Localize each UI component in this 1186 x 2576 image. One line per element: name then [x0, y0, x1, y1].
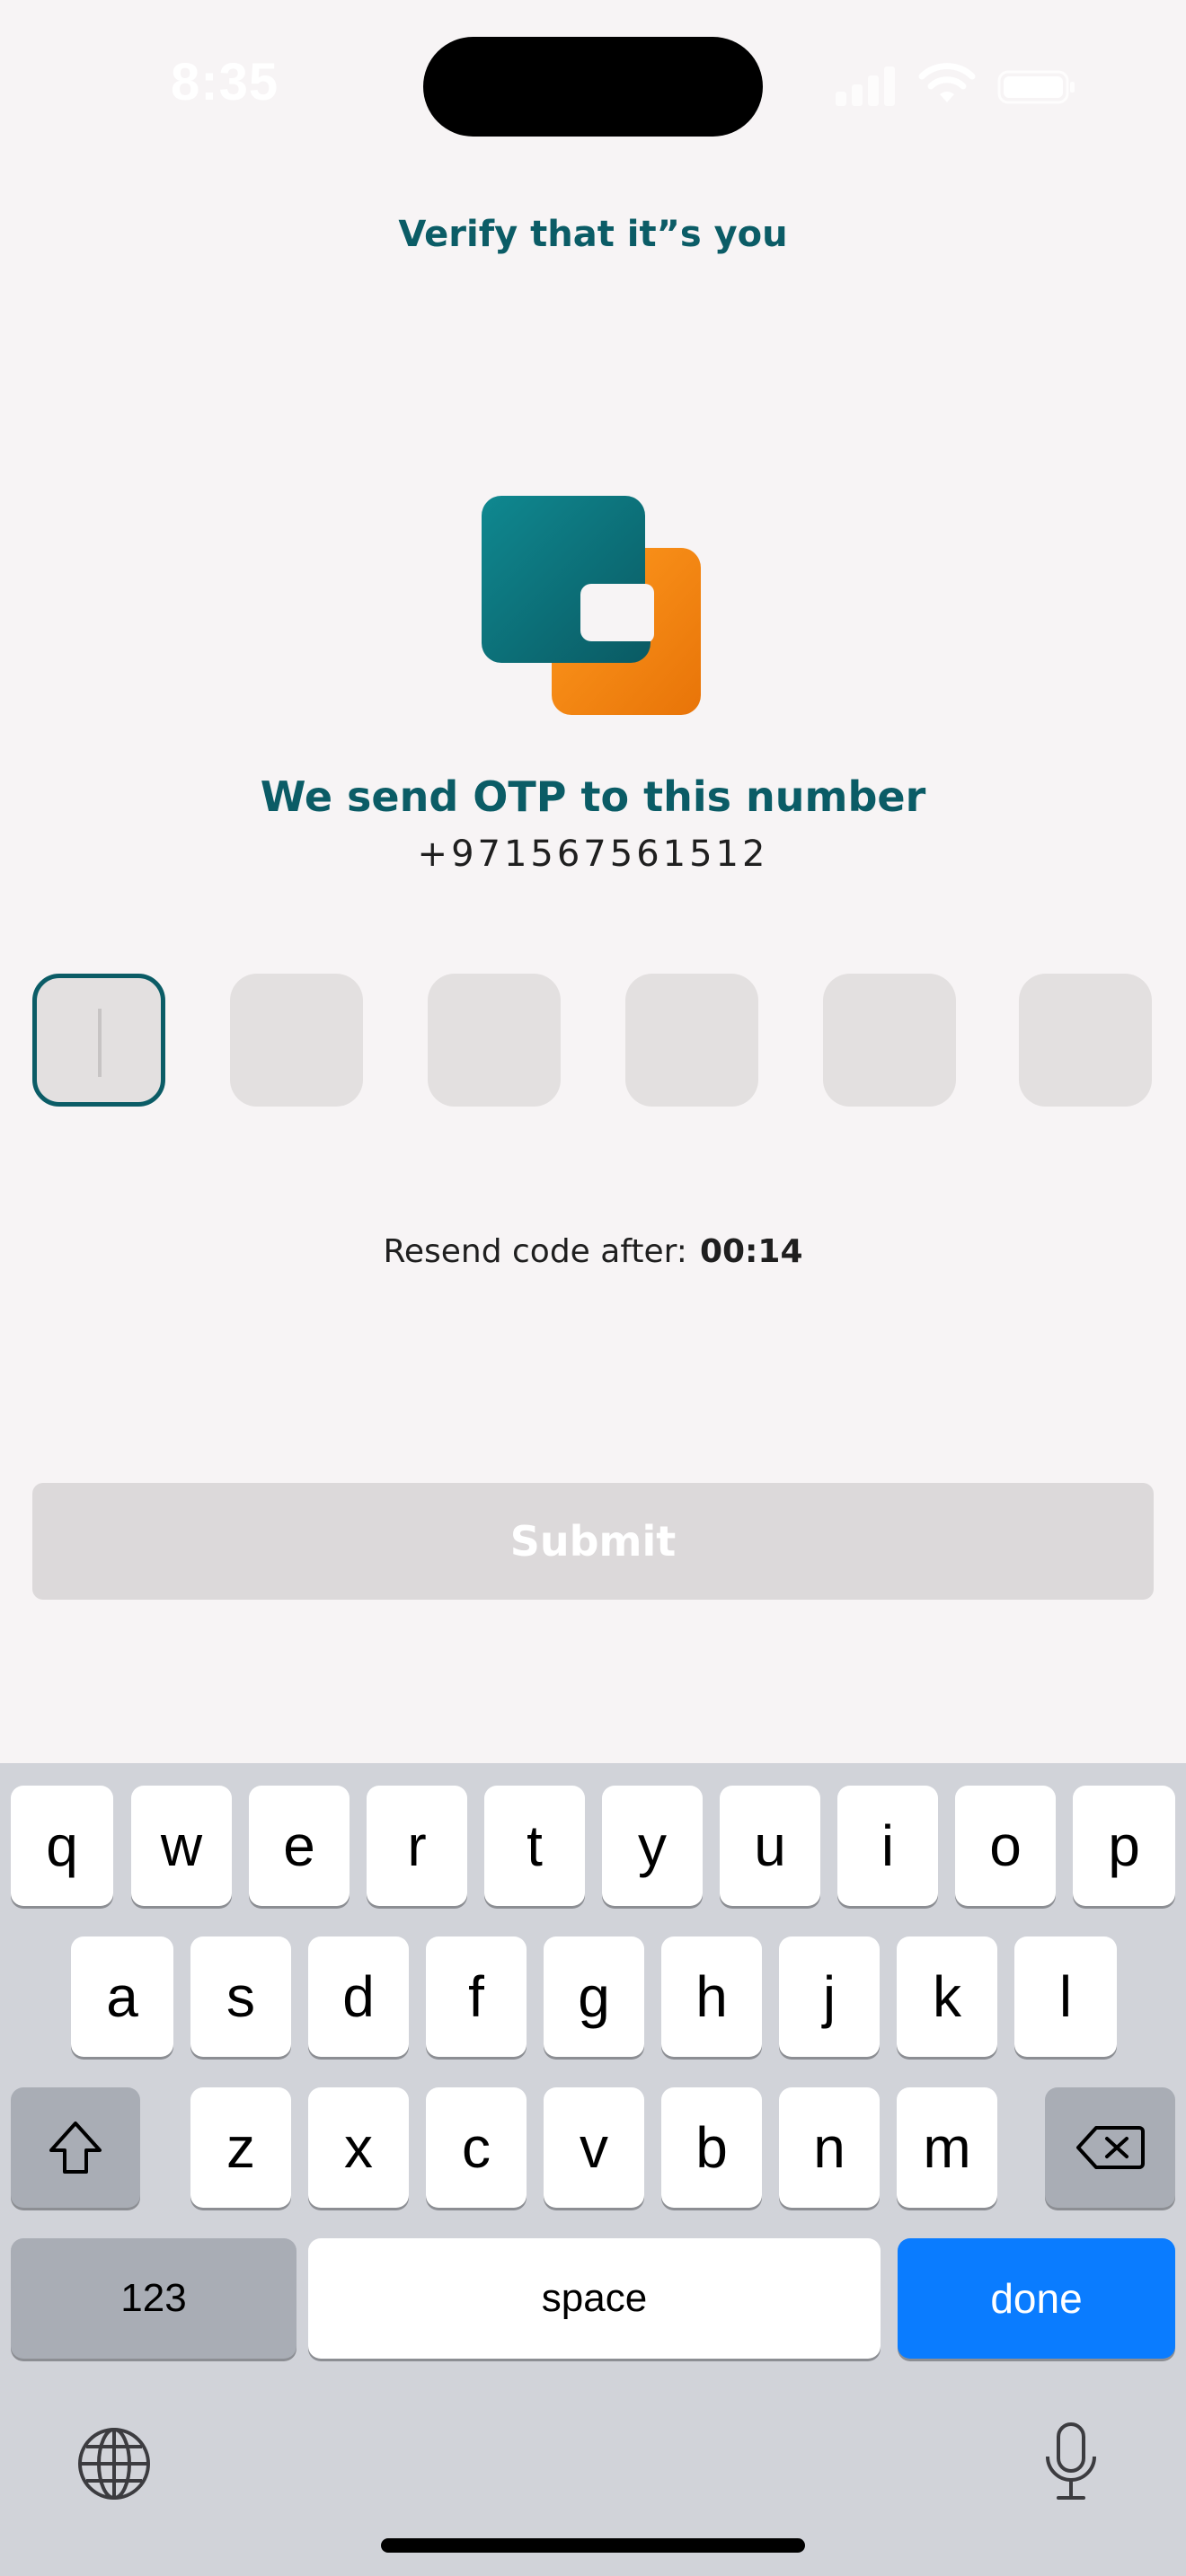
key-z[interactable]: z: [190, 2087, 291, 2208]
text-caret: [98, 1009, 102, 1077]
key-f[interactable]: f: [426, 1936, 527, 2057]
otp-digit-6[interactable]: [1019, 974, 1152, 1107]
globe-icon[interactable]: [75, 2425, 153, 2502]
key-b[interactable]: b: [661, 2087, 762, 2208]
resend-timer: 00:14: [699, 1233, 803, 1270]
key-w[interactable]: w: [131, 1786, 232, 1906]
otp-digit-1[interactable]: [32, 974, 165, 1107]
resend-countdown: Resend code after: 00:14: [0, 1233, 1186, 1270]
key-e[interactable]: e: [249, 1786, 350, 1906]
backspace-key[interactable]: [1045, 2087, 1175, 2208]
done-key[interactable]: done: [898, 2238, 1175, 2359]
key-i[interactable]: i: [837, 1786, 938, 1906]
key-x[interactable]: x: [308, 2087, 409, 2208]
submit-button[interactable]: Submit: [32, 1483, 1154, 1600]
key-o[interactable]: o: [955, 1786, 1056, 1906]
status-icons: [836, 63, 1087, 108]
shift-icon: [49, 2122, 102, 2174]
app-logo: [482, 496, 701, 715]
key-d[interactable]: d: [308, 1936, 409, 2057]
numbers-key[interactable]: 123: [11, 2238, 296, 2359]
otp-digit-3[interactable]: [428, 974, 561, 1107]
wifi-icon: [918, 63, 976, 102]
key-g[interactable]: g: [544, 1936, 644, 2057]
home-indicator: [381, 2538, 805, 2553]
key-t[interactable]: t: [484, 1786, 585, 1906]
status-bar: 8:35: [0, 0, 1186, 171]
key-h[interactable]: h: [661, 1936, 762, 2057]
page-title: Verify that it”s you: [398, 214, 788, 255]
key-q[interactable]: q: [11, 1786, 113, 1906]
resend-label: Resend code after:: [383, 1233, 687, 1270]
phone-number: +971567561512: [417, 834, 769, 875]
key-m[interactable]: m: [897, 2087, 997, 2208]
otp-digit-4[interactable]: [625, 974, 758, 1107]
otp-digit-2[interactable]: [230, 974, 363, 1107]
key-r[interactable]: r: [367, 1786, 467, 1906]
key-k[interactable]: k: [897, 1936, 997, 2057]
otp-digit-5[interactable]: [823, 974, 956, 1107]
space-key[interactable]: space: [308, 2238, 881, 2359]
mic-icon[interactable]: [1042, 2421, 1100, 2503]
battery-icon: [997, 70, 1075, 104]
signal-icon: [836, 66, 895, 106]
key-u[interactable]: u: [720, 1786, 820, 1906]
otp-input-group: [32, 974, 1155, 1108]
key-y[interactable]: y: [602, 1786, 703, 1906]
key-a[interactable]: a: [71, 1936, 173, 2057]
backspace-icon: [1075, 2126, 1145, 2169]
otp-heading: We send OTP to this number: [260, 772, 926, 821]
shift-key[interactable]: [11, 2087, 140, 2208]
dynamic-island: [423, 37, 763, 137]
key-j[interactable]: j: [779, 1936, 880, 2057]
key-s[interactable]: s: [190, 1936, 291, 2057]
status-time: 8:35: [171, 53, 279, 111]
key-p[interactable]: p: [1073, 1786, 1175, 1906]
key-v[interactable]: v: [544, 2087, 644, 2208]
key-n[interactable]: n: [779, 2087, 880, 2208]
key-c[interactable]: c: [426, 2087, 527, 2208]
keyboard: q w e r t y u i o p a s d f g h j k l z …: [0, 1763, 1186, 2576]
key-l[interactable]: l: [1014, 1936, 1117, 2057]
